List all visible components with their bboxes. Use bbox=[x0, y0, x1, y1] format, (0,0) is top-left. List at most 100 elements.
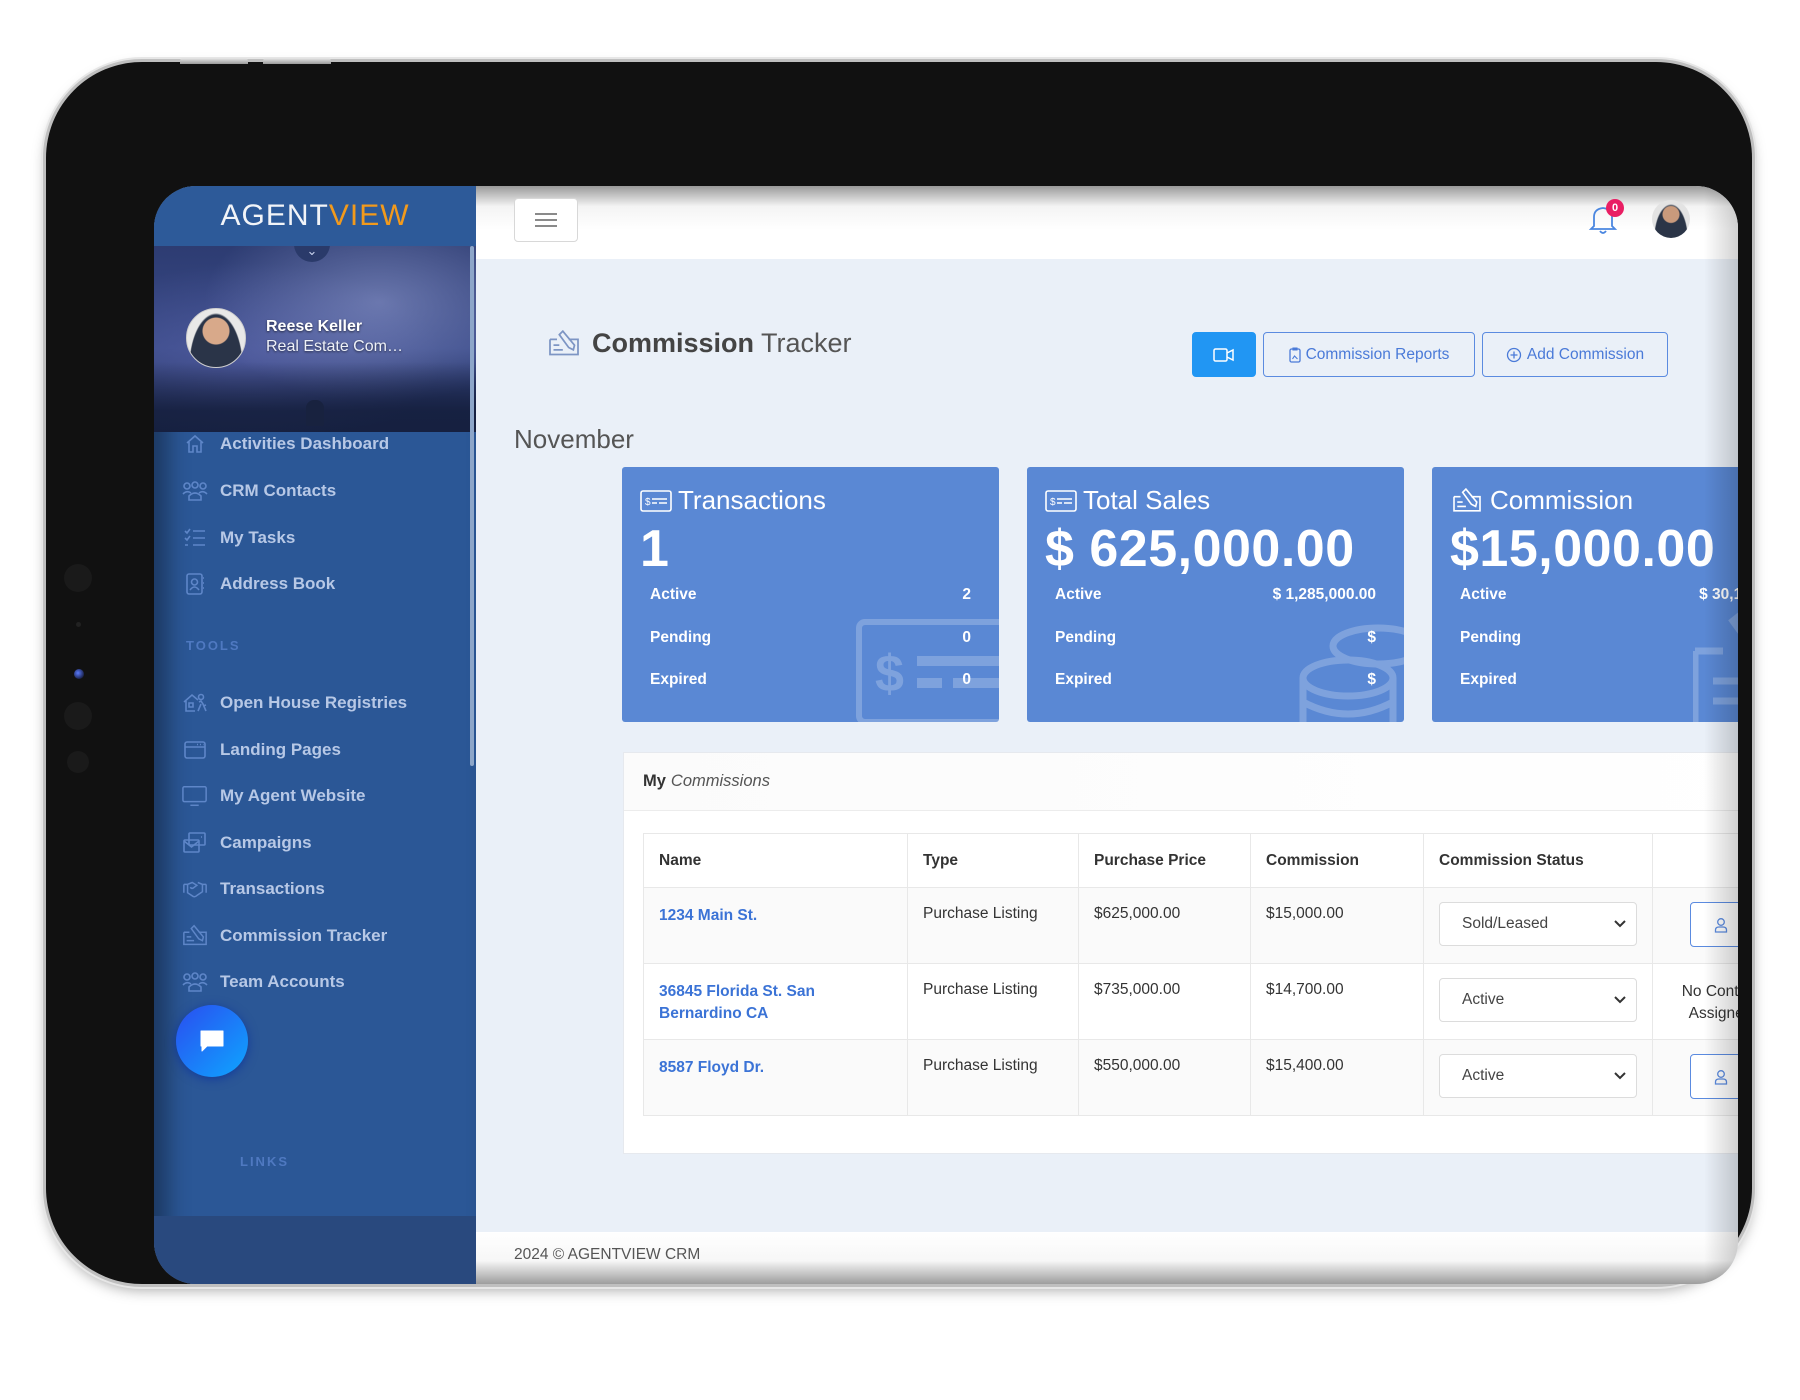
monitor-icon bbox=[182, 784, 208, 808]
card-row-active: Active $ 30,100.00 bbox=[1460, 586, 1738, 604]
sidebar-item-label: Commission Tracker bbox=[220, 926, 388, 945]
sidebar-item-my-tasks[interactable]: My Tasks bbox=[182, 523, 295, 553]
sidebar-item-label: Open House Registries bbox=[220, 693, 408, 712]
main-content: 0 Commission Tracker Commission Reports … bbox=[476, 186, 1738, 1284]
report-document-icon bbox=[1288, 346, 1301, 363]
assign-contact-button[interactable] bbox=[1690, 902, 1738, 947]
logo-text-agent: AGENT bbox=[220, 199, 329, 232]
property-link[interactable]: 36845 Florida St. San Bernardino CA bbox=[659, 981, 892, 1025]
device-volume-button bbox=[180, 58, 248, 64]
card-row-pending: Pending$ bbox=[1460, 629, 1738, 647]
menu-toggle-button[interactable] bbox=[514, 198, 578, 242]
panel-heading: My Commissions bbox=[624, 753, 1738, 811]
card-row-pending: Pending$ bbox=[1055, 629, 1376, 647]
sidebar-item-label: Landing Pages bbox=[220, 740, 341, 759]
sidebar-item-activities-dashboard[interactable]: Activities Dashboard bbox=[182, 429, 389, 459]
column-header-commission[interactable]: Commission bbox=[1250, 833, 1424, 888]
profile-toggle-chevron-down-icon[interactable]: ⌄ bbox=[294, 246, 330, 262]
cell-commission: $14,700.00 bbox=[1250, 963, 1424, 1040]
column-header-name[interactable]: Name bbox=[643, 833, 908, 888]
video-camera-icon bbox=[1213, 347, 1234, 362]
no-contact-text: No Contact Assigned bbox=[1681, 983, 1738, 1022]
stat-card-total-sales: $ Total Sales $ 625,000.00 Active $ 1,285… bbox=[1027, 467, 1404, 722]
cell-commission: $15,000.00 bbox=[1250, 887, 1424, 964]
row-value: $ bbox=[1367, 671, 1376, 688]
column-header-type[interactable]: Type bbox=[907, 833, 1079, 888]
card-row-pending: Pending 0 bbox=[650, 629, 971, 647]
assign-contact-button[interactable] bbox=[1690, 1054, 1738, 1099]
cell-name: 36845 Florida St. San Bernardino CA bbox=[643, 963, 908, 1040]
cell-status: Sold/Leased bbox=[1423, 887, 1653, 964]
sidebar-bottom-bar bbox=[154, 1216, 476, 1284]
sidebar-item-commission-tracker[interactable]: Commission Tracker bbox=[182, 921, 387, 951]
cell-contact bbox=[1652, 887, 1738, 964]
tablet-device-frame: AGENT VIEW ⌄ Reese Keller Real Estate Com… bbox=[46, 62, 1752, 1284]
notification-badge: 0 bbox=[1606, 199, 1624, 217]
sidebar-item-landing-pages[interactable]: Landing Pages bbox=[182, 735, 341, 765]
cell-type: Purchase Listing bbox=[907, 887, 1079, 964]
sidebar-item-crm-contacts[interactable]: CRM Contacts bbox=[182, 476, 336, 506]
card-row-expired: Expired $ bbox=[1055, 671, 1376, 689]
sidebar-item-label: Address Book bbox=[220, 574, 336, 593]
row-label: Pending bbox=[1460, 629, 1522, 646]
column-header-purchase-price[interactable]: Purchase Price bbox=[1078, 833, 1251, 888]
commission-status-select[interactable]: Active bbox=[1439, 978, 1637, 1022]
table-header-row: Name Type Purchase Price Commission Comm… bbox=[643, 833, 1738, 888]
brand-logo[interactable]: AGENT VIEW bbox=[154, 186, 476, 246]
check-signature-icon bbox=[1450, 487, 1484, 514]
user-icon bbox=[1714, 1069, 1727, 1085]
video-tutorial-button[interactable] bbox=[1192, 332, 1256, 377]
add-commission-button[interactable]: Add Commission bbox=[1482, 332, 1668, 377]
cell-contact: No Contact Assigned bbox=[1652, 963, 1738, 1040]
row-label: Expired bbox=[1460, 671, 1517, 688]
sidebar-item-label: Team Accounts bbox=[220, 972, 345, 991]
property-link[interactable]: 1234 Main St. bbox=[659, 905, 892, 927]
browser-window-icon bbox=[182, 738, 208, 762]
sidebar-item-open-house-registries[interactable]: Open House Registries bbox=[182, 688, 407, 718]
commission-status-select[interactable]: Active bbox=[1439, 1054, 1637, 1098]
stat-card-transactions: $ $ Transactions 1 Active 2 Pending 0 Expi… bbox=[622, 467, 999, 722]
page-footer: 2024 © AGENTVIEW CRM bbox=[476, 1232, 1738, 1284]
commission-status-select[interactable]: Sold/Leased bbox=[1439, 902, 1637, 946]
commission-reports-button[interactable]: Commission Reports bbox=[1263, 332, 1475, 377]
chat-button[interactable] bbox=[176, 1005, 248, 1077]
sidebar: AGENT VIEW ⌄ Reese Keller Real Estate Com… bbox=[154, 186, 476, 1284]
card-row-expired: Expired 0 bbox=[650, 671, 971, 689]
svg-text:$: $ bbox=[1050, 497, 1056, 508]
card-value: $15,000.00 bbox=[1450, 520, 1716, 578]
select-value: Sold/Leased bbox=[1462, 915, 1549, 932]
row-label: Active bbox=[650, 586, 697, 603]
profile-background-figure bbox=[306, 400, 324, 426]
profile-avatar[interactable] bbox=[186, 308, 246, 368]
card-header: $ Total Sales bbox=[1045, 485, 1210, 516]
row-value: $ bbox=[1367, 629, 1376, 646]
column-header-actions bbox=[1652, 833, 1738, 888]
card-value: $ 625,000.00 bbox=[1045, 520, 1355, 578]
sidebar-item-campaigns[interactable]: Campaigns bbox=[182, 828, 312, 858]
card-title: Transactions bbox=[678, 485, 826, 515]
cell-name: 8587 Floyd Dr. bbox=[643, 1039, 908, 1116]
logo-text-view: VIEW bbox=[328, 199, 410, 232]
sidebar-item-team-accounts[interactable]: Team Accounts bbox=[182, 967, 345, 997]
user-avatar[interactable] bbox=[1652, 200, 1690, 238]
property-link[interactable]: 8587 Floyd Dr. bbox=[659, 1057, 892, 1079]
add-commission-label: Add Commission bbox=[1526, 345, 1645, 363]
cell-contact bbox=[1652, 1039, 1738, 1116]
card-title: Total Sales bbox=[1083, 485, 1211, 515]
footer-copyright: 2024 © AGENTVIEW CRM bbox=[514, 1246, 701, 1263]
chevron-down-icon bbox=[1614, 920, 1626, 928]
sidebar-item-label: Campaigns bbox=[220, 833, 312, 852]
cash-icon: $ bbox=[640, 489, 672, 512]
row-value: $ 1,285,000.00 bbox=[1272, 586, 1376, 603]
cell-status: Active bbox=[1423, 1039, 1653, 1116]
row-label: Expired bbox=[1055, 671, 1112, 688]
sidebar-scrollbar[interactable] bbox=[470, 246, 474, 766]
sidebar-item-my-agent-website[interactable]: My Agent Website bbox=[182, 781, 365, 811]
column-header-commission-status[interactable]: Commission Status bbox=[1423, 833, 1653, 888]
month-heading: November bbox=[514, 424, 634, 454]
sidebar-item-label: Activities Dashboard bbox=[220, 434, 390, 453]
sidebar-item-address-book[interactable]: Address Book bbox=[182, 569, 335, 599]
sidebar-item-transactions[interactable]: Transactions bbox=[182, 874, 325, 904]
cell-type: Purchase Listing bbox=[907, 1039, 1079, 1116]
page-title-bold: Commission bbox=[592, 328, 755, 358]
